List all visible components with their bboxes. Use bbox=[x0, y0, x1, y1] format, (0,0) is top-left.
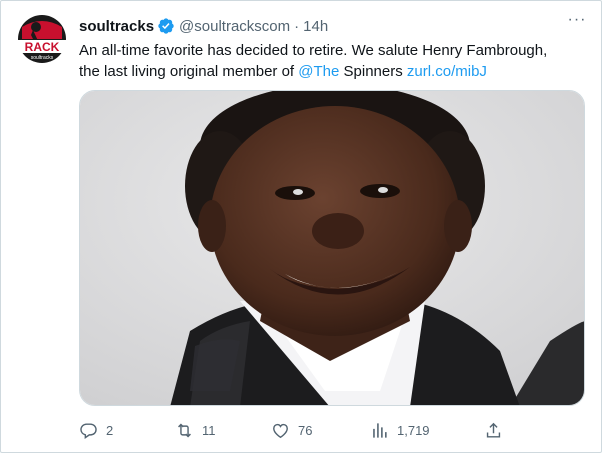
more-icon[interactable]: ··· bbox=[563, 9, 591, 31]
avatar-logo-text: RACK bbox=[25, 40, 60, 54]
url-link[interactable]: zurl.co/mibJ bbox=[407, 63, 487, 80]
like-icon bbox=[273, 423, 288, 438]
handle[interactable]: @soultrackscom bbox=[179, 18, 290, 35]
views-button[interactable]: 1,719 bbox=[370, 418, 430, 442]
avatar-logo-subtext: soultracks bbox=[31, 55, 54, 61]
views-icon bbox=[373, 422, 387, 438]
reply-count: 2 bbox=[106, 422, 114, 438]
tweet-text-middle: Spinners bbox=[339, 63, 407, 80]
reply-button[interactable]: 2 bbox=[79, 418, 113, 442]
tweet-text-prefix: the last living original member of bbox=[79, 63, 299, 80]
action-bar: 2 11 76 1,719 bbox=[79, 418, 594, 442]
like-count: 76 bbox=[298, 422, 313, 438]
timestamp[interactable]: 14h bbox=[303, 18, 328, 35]
tweet-text-line-2: the last living original member of @The … bbox=[79, 61, 594, 82]
view-count: 1,719 bbox=[397, 422, 430, 438]
separator-dot: · bbox=[294, 17, 300, 35]
tweet-text-line-1: An all-time favorite has decided to reti… bbox=[79, 42, 548, 59]
like-button[interactable]: 76 bbox=[271, 418, 312, 442]
soultracks-logo: RACK soultracks bbox=[16, 13, 68, 65]
avatar[interactable]: RACK soultracks bbox=[16, 13, 68, 65]
tweet-header: soultracks @soultrackscom · 14h bbox=[79, 15, 589, 37]
mention-link[interactable]: @The bbox=[298, 63, 339, 80]
tweet-text: An all-time favorite has decided to reti… bbox=[79, 40, 594, 82]
tweet-photo[interactable] bbox=[79, 90, 585, 406]
share-icon bbox=[486, 422, 501, 438]
display-name[interactable]: soultracks bbox=[79, 18, 154, 35]
portrait-image bbox=[80, 91, 584, 405]
tweet-card[interactable]: RACK soultracks soultracks @soultracksco… bbox=[0, 0, 602, 453]
retweet-icon bbox=[178, 423, 191, 437]
reply-icon bbox=[80, 422, 97, 439]
retweet-button[interactable]: 11 bbox=[175, 418, 216, 442]
retweet-count: 11 bbox=[202, 422, 216, 438]
share-button[interactable] bbox=[484, 418, 503, 442]
verified-icon bbox=[158, 18, 174, 34]
